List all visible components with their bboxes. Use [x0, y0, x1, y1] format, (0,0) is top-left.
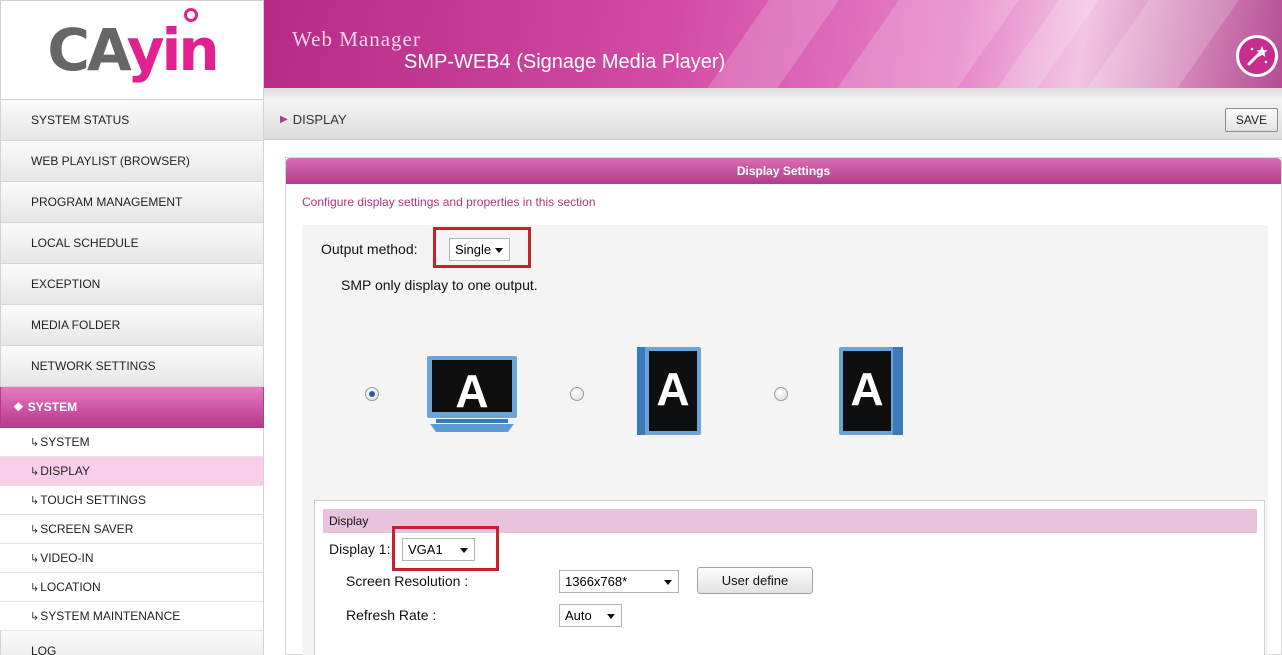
highlight-box [433, 227, 531, 268]
logo[interactable]: CAyin [0, 0, 264, 100]
screen-resolution-value: 1366x768* [565, 574, 628, 589]
panel-description: Configure display settings and propertie… [302, 195, 596, 209]
sidebar-item-program-management[interactable]: PROGRAM MANAGEMENT [0, 182, 264, 223]
sidebar-subitem-video-in[interactable]: ↳ VIDEO-IN [0, 544, 264, 573]
sub-arrow-icon: ↳ [30, 523, 40, 536]
output-description: SMP only display to one output. [341, 277, 538, 293]
sidebar-subitem-display[interactable]: ↳ DISPLAY [0, 457, 264, 486]
header: Web Manager SMP-WEB4 (Signage Media Play… [264, 0, 1282, 100]
sub-arrow-icon: ↳ [30, 581, 40, 594]
refresh-rate-label: Refresh Rate : [346, 607, 437, 623]
screen-resolution-label: Screen Resolution : [346, 573, 469, 589]
sidebar-subitem-label: SCREEN SAVER [40, 522, 134, 536]
device-title: SMP-WEB4 (Signage Media Player) [404, 51, 726, 73]
sidebar-subitem-touch-settings[interactable]: ↳ TOUCH SETTINGS [0, 486, 264, 515]
chevron-down-icon [664, 580, 672, 585]
sidebar: SYSTEM STATUS WEB PLAYLIST (BROWSER) PRO… [0, 100, 264, 655]
refresh-rate-value: Auto [565, 608, 592, 623]
header-banner: Web Manager SMP-WEB4 (Signage Media Play… [264, 0, 1282, 88]
sidebar-subitem-location[interactable]: ↳ LOCATION [0, 573, 264, 602]
sub-arrow-icon: ↳ [30, 552, 40, 565]
sidebar-item-media-folder[interactable]: MEDIA FOLDER [0, 305, 264, 346]
wand-icon[interactable] [1236, 35, 1278, 77]
panel-title: Display Settings [286, 158, 1281, 184]
sidebar-item-label: EXCEPTION [31, 277, 101, 291]
sidebar-item-label: SYSTEM [27, 400, 78, 414]
logo-text-accent: yin [126, 16, 220, 84]
save-button[interactable]: SAVE [1224, 108, 1278, 132]
sidebar-subitem-system-maintenance[interactable]: ↳ SYSTEM MAINTENANCE [0, 602, 264, 631]
sub-arrow-icon: ↳ [30, 465, 40, 478]
monitor-portrait-right-icon: A [839, 347, 903, 435]
layout-radio-portrait-right[interactable] [774, 387, 788, 401]
monitor-glyph: A [656, 363, 689, 415]
sidebar-subitem-label: SYSTEM MAINTENANCE [40, 609, 181, 623]
refresh-rate-select[interactable]: Auto [559, 604, 622, 627]
banner-stripe [684, 0, 854, 88]
sidebar-subitem-label: LOCATION [40, 580, 101, 594]
sidebar-item-local-schedule[interactable]: LOCAL SCHEDULE [0, 223, 264, 264]
header-divider [264, 88, 1282, 100]
banner-stripe [814, 0, 1034, 88]
sub-arrow-icon: ↳ [30, 610, 40, 623]
highlight-box [392, 526, 499, 571]
chevron-down-icon [607, 614, 615, 619]
logo-text-main: CA [47, 16, 129, 84]
layout-radio-portrait-left[interactable] [570, 387, 584, 401]
sidebar-item-web-playlist[interactable]: WEB PLAYLIST (BROWSER) [0, 141, 264, 182]
sidebar-item-label: LOCAL SCHEDULE [31, 236, 139, 250]
diamond-icon: ❖ [13, 400, 24, 414]
sidebar-subitem-label: DISPLAY [40, 464, 91, 478]
sidebar-item-exception[interactable]: EXCEPTION [0, 264, 264, 305]
sidebar-item-label: MEDIA FOLDER [31, 318, 121, 332]
output-method-label: Output method: [321, 241, 418, 257]
sidebar-subitem-screen-saver[interactable]: ↳ SCREEN SAVER [0, 515, 264, 544]
breadcrumb-arrow-icon: ▶ [280, 114, 288, 125]
monitor-portrait-left-icon: A [637, 347, 701, 435]
sub-arrow-icon: ↳ [30, 494, 40, 507]
breadcrumb: ▶ DISPLAY SAVE [264, 100, 1282, 140]
screen-resolution-select[interactable]: 1366x768* [559, 570, 679, 593]
display1-label: Display 1: [329, 541, 391, 557]
breadcrumb-label: DISPLAY [292, 112, 347, 127]
sub-arrow-icon: ↳ [30, 436, 40, 449]
monitor-glyph: A [455, 365, 488, 417]
app-window: CAyin Web Manager SMP-WEB4 (Signage Medi… [0, 0, 1282, 655]
settings-area: Output method: Single SMP only display t… [302, 225, 1268, 655]
sidebar-item-label: LOG [31, 644, 57, 655]
monitor-landscape-icon: A [427, 356, 517, 432]
display-settings-panel: Display Settings Configure display setti… [285, 157, 1282, 655]
sidebar-item-network-settings[interactable]: NETWORK SETTINGS [0, 346, 264, 387]
sidebar-subitem-label: SYSTEM [40, 435, 90, 449]
sidebar-subitem-label: TOUCH SETTINGS [40, 493, 147, 507]
banner-stripe [1064, 0, 1254, 88]
sidebar-item-label: WEB PLAYLIST (BROWSER) [31, 154, 190, 168]
display-section: Display Display 1: VGA1 Screen Resolutio… [314, 500, 1265, 655]
sidebar-item-log[interactable]: LOG [0, 631, 264, 655]
layout-radio-landscape[interactable] [365, 387, 379, 401]
sidebar-item-system[interactable]: ❖ SYSTEM [0, 387, 264, 428]
app-title: Web Manager [292, 27, 421, 51]
sidebar-item-label: NETWORK SETTINGS [31, 359, 156, 373]
sidebar-item-system-status[interactable]: SYSTEM STATUS [0, 100, 264, 141]
sidebar-subitem-label: VIDEO-IN [40, 551, 94, 565]
sidebar-subitem-system[interactable]: ↳ SYSTEM [0, 428, 264, 457]
sidebar-item-label: PROGRAM MANAGEMENT [31, 195, 183, 209]
user-define-button[interactable]: User define [697, 567, 813, 594]
sidebar-item-label: SYSTEM STATUS [31, 113, 130, 127]
monitor-glyph: A [850, 363, 883, 415]
